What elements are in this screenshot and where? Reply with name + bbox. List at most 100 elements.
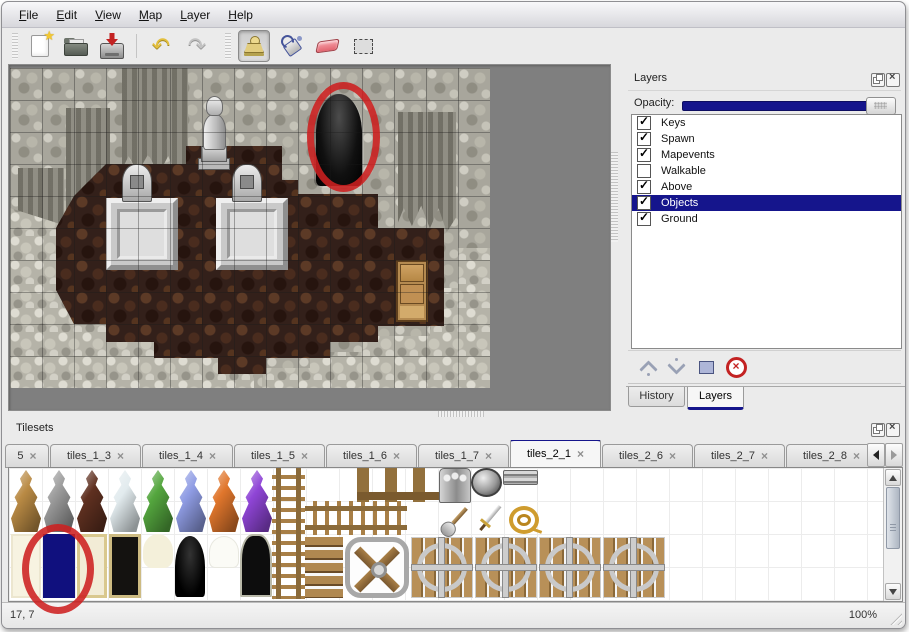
opacity-slider-handle[interactable] (866, 97, 896, 115)
open-file-button[interactable] (61, 31, 91, 61)
close-tab-icon[interactable] (30, 450, 37, 463)
menu-file[interactable]: File (10, 8, 47, 22)
eraser-tool-button[interactable] (312, 31, 342, 61)
tab-tiles-1-7[interactable]: tiles_1_7 (418, 444, 509, 467)
close-tab-icon[interactable] (393, 450, 400, 463)
scroll-tabs-left-button[interactable] (867, 443, 885, 467)
float-panel-icon[interactable] (871, 423, 885, 437)
layer-checkbox[interactable] (637, 180, 651, 194)
scroll-down-button[interactable] (885, 583, 901, 600)
stamp-tool-button[interactable] (238, 30, 270, 62)
layer-checkbox[interactable] (637, 164, 651, 178)
map-viewport[interactable] (8, 64, 611, 411)
close-tab-icon[interactable] (485, 450, 492, 463)
tab-tiles-2-1[interactable]: tiles_2_1 (510, 440, 601, 467)
window-resize-grip[interactable] (887, 610, 902, 625)
layer-row-above[interactable]: Above (632, 179, 901, 195)
map-wooden-door (396, 260, 428, 322)
tile-shovel (436, 502, 474, 541)
tab-tiles-1-4[interactable]: tiles_1_4 (142, 444, 233, 467)
tab-tiles-1-5[interactable]: tiles_1_5 (234, 444, 325, 467)
redo-icon (188, 35, 206, 58)
tileset-scrollbar[interactable] (883, 468, 902, 601)
rect-select-icon (354, 39, 373, 54)
tab-tiles-1-3[interactable]: tiles_1_3 (50, 444, 141, 467)
tile-statue-column (439, 468, 471, 503)
menu-help[interactable]: Help (219, 8, 262, 22)
opacity-slider[interactable] (682, 101, 868, 111)
map-statue (196, 96, 232, 170)
close-tab-icon[interactable] (301, 450, 308, 463)
tile-door-dark (109, 534, 141, 598)
layer-list: Keys Spawn Mapevents Walkable Above Obje… (631, 114, 902, 349)
tile-crystal-brown (11, 470, 41, 532)
close-tab-icon[interactable] (209, 450, 216, 463)
layer-checkbox[interactable] (637, 132, 651, 146)
duplicate-layer-button[interactable] (694, 355, 718, 379)
close-tab-icon[interactable] (117, 450, 124, 463)
toolbar-separator (136, 34, 137, 58)
fill-tool-button[interactable] (276, 31, 306, 61)
new-file-button[interactable] (25, 31, 55, 61)
layer-checkbox[interactable] (637, 116, 651, 130)
paint-bucket-icon (279, 34, 303, 58)
menu-layer[interactable]: Layer (171, 8, 219, 22)
layer-row-mapevents[interactable]: Mapevents (632, 147, 901, 163)
map-tombstone-right (232, 164, 262, 202)
layer-row-spawn[interactable]: Spawn (632, 131, 901, 147)
tile-door-faint (11, 534, 41, 598)
close-tab-icon[interactable] (669, 450, 676, 463)
delete-layer-button[interactable]: × (724, 355, 748, 379)
close-tab-icon[interactable] (761, 450, 768, 463)
move-layer-up-button[interactable] (636, 355, 660, 379)
tab-tileset-5[interactable]: 5 (5, 444, 49, 467)
tab-tiles-2-6[interactable]: tiles_2_6 (602, 444, 693, 467)
scrollbar-thumb[interactable] (886, 487, 900, 549)
float-panel-icon[interactable] (871, 73, 885, 87)
layer-row-walkable[interactable]: Walkable (632, 163, 901, 179)
map-canvas[interactable] (10, 68, 490, 388)
tile-crystal-purple (242, 470, 272, 532)
tileset-canvas[interactable] (9, 468, 884, 601)
save-file-button[interactable] (97, 31, 127, 61)
scroll-up-button[interactable] (885, 469, 901, 486)
map-platform-left (106, 198, 178, 270)
tile-crystal-ice (110, 470, 140, 532)
map-wall-column (398, 112, 456, 232)
menu-view[interactable]: View (86, 8, 130, 22)
layer-row-objects[interactable]: Objects (632, 195, 901, 211)
tile-track-crossing (539, 537, 601, 598)
layer-checkbox[interactable] (637, 212, 651, 226)
tab-history[interactable]: History (628, 387, 685, 407)
layer-row-ground[interactable]: Ground (632, 211, 901, 227)
select-tool-button[interactable] (348, 31, 378, 61)
tab-tiles-2-7[interactable]: tiles_2_7 (694, 444, 785, 467)
close-panel-icon[interactable] (886, 73, 900, 87)
undo-button[interactable] (146, 31, 176, 61)
dock-tab-bar: History Layers (626, 386, 905, 410)
toolbar-drag-handle-2[interactable] (225, 33, 231, 59)
tile-arch-white (209, 536, 239, 568)
tile-metal-bars (503, 470, 538, 485)
tile-door-cream (77, 534, 107, 598)
layer-checkbox[interactable] (637, 148, 651, 162)
tile-track-crossing (475, 537, 537, 598)
layer-checkbox[interactable] (637, 196, 651, 210)
scroll-tabs-right-button[interactable] (885, 443, 903, 467)
close-panel-icon[interactable] (886, 423, 900, 437)
move-layer-down-button[interactable] (664, 355, 688, 379)
selected-tile[interactable] (43, 534, 75, 598)
toolbar-drag-handle[interactable] (12, 33, 18, 59)
copy-icon (699, 361, 714, 374)
close-tab-icon[interactable] (853, 450, 860, 463)
cursor-coordinates: 17, 7 (10, 609, 34, 621)
tab-tiles-1-6[interactable]: tiles_1_6 (326, 444, 417, 467)
tab-layers[interactable]: Layers (687, 387, 744, 410)
redo-button[interactable] (182, 31, 212, 61)
tab-tiles-2-8[interactable]: tiles_2_8 (786, 444, 867, 467)
vertical-splitter-handle[interactable] (611, 152, 618, 242)
layer-row-keys[interactable]: Keys (632, 115, 901, 131)
menu-map[interactable]: Map (130, 8, 171, 22)
menu-edit[interactable]: Edit (47, 8, 86, 22)
close-tab-icon[interactable] (577, 448, 584, 461)
